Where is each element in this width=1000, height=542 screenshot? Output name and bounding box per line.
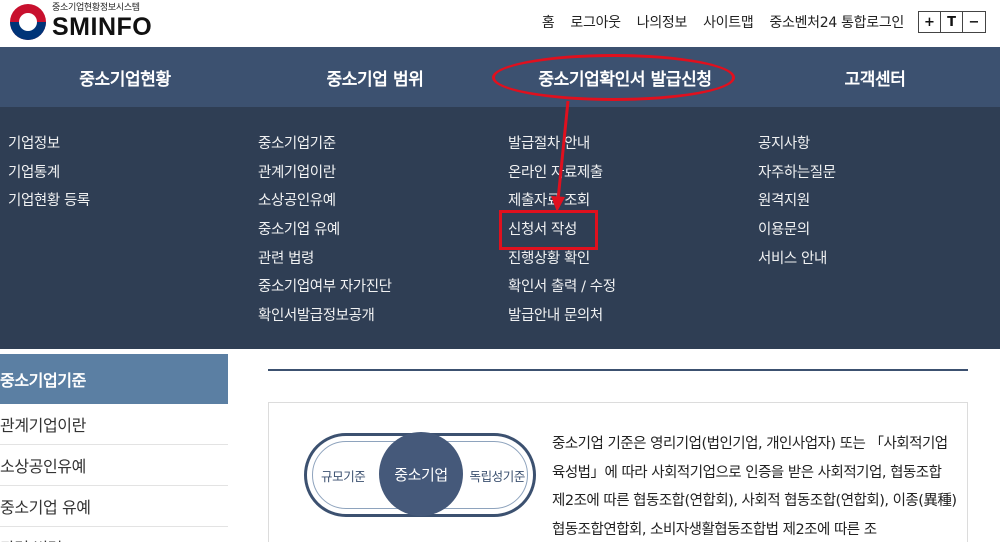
criteria-description: 중소기업 기준은 영리기업(법인기업, 개인사업자) 또는 「사회적기업 육성법… [552, 436, 957, 538]
size-criteria-label: 규모기준 [321, 469, 366, 484]
side-nav: 중소기업기준 관계기업이란 소상공인유예 중소기업 유예 관련 법령 [0, 354, 228, 542]
content-title-rule [268, 369, 968, 371]
side-nav-item-sme-grace[interactable]: 중소기업 유예 [0, 486, 228, 527]
side-nav-item-small-business-grace[interactable]: 소상공인유예 [0, 445, 228, 486]
side-nav-item-related-laws[interactable]: 관련 법령 [0, 527, 228, 542]
criteria-box: 규모기준 독립성기준 중소기업 중소기업 기준은 영리기업(법인기업, 개인사업… [268, 402, 968, 542]
side-nav-item-affiliated-company[interactable]: 관계기업이란 [0, 404, 228, 445]
side-nav-item-sme-criteria[interactable]: 중소기업기준 [0, 354, 228, 404]
independence-criteria-label: 독립성기준 [469, 469, 525, 484]
sme-center-label: 중소기업 [379, 432, 463, 516]
page: 중소기업현황정보시스템 SMINFO 홈 로그아웃 나의정보 사이트맵 중소벤처… [0, 0, 1000, 542]
criteria-diagram: 규모기준 독립성기준 중소기업 [304, 432, 536, 517]
